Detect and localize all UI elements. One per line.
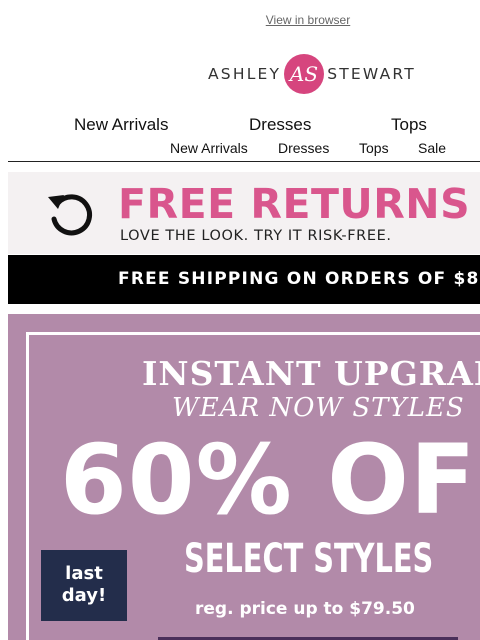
- promo-discount: 60% OFF: [60, 424, 480, 536]
- primary-nav: New Arrivals Dresses Tops: [0, 115, 480, 135]
- logo-word-left: ASHLEY: [208, 65, 282, 83]
- free-returns-banner[interactable]: FREE RETURNS LOVE THE LOOK. TRY IT RISK-…: [8, 172, 480, 254]
- promo-subhead: WEAR NOW STYLES: [172, 393, 465, 423]
- free-shipping-banner[interactable]: FREE SHIPPING ON ORDERS OF $89: [8, 255, 480, 304]
- last-day-badge: last day!: [41, 550, 127, 621]
- secondary-nav-tops[interactable]: Tops: [359, 140, 389, 156]
- secondary-nav-dresses[interactable]: Dresses: [278, 140, 329, 156]
- promo-price-note: reg. price up to $79.50: [195, 599, 415, 619]
- promo-banner[interactable]: INSTANT UPGRADE WEAR NOW STYLES 60% OFF …: [8, 314, 480, 640]
- brand-logo[interactable]: ASHLEY AS STEWART: [208, 52, 416, 96]
- view-in-browser-link[interactable]: View in browser: [0, 13, 480, 27]
- returns-title: FREE RETURNS: [118, 180, 471, 228]
- promo-headline: INSTANT UPGRADE: [142, 354, 480, 393]
- return-arrow-icon: [48, 194, 92, 236]
- secondary-nav-sale[interactable]: Sale: [418, 140, 446, 156]
- promo-select-styles: SELECT STYLES: [184, 536, 434, 582]
- logo-word-right: STEWART: [327, 65, 416, 83]
- returns-subtitle: LOVE THE LOOK. TRY IT RISK-FREE.: [120, 228, 392, 244]
- primary-nav-dresses[interactable]: Dresses: [249, 115, 311, 135]
- secondary-nav-new-arrivals[interactable]: New Arrivals: [170, 140, 248, 156]
- shipping-text: FREE SHIPPING ON ORDERS OF $89: [118, 269, 480, 289]
- last-day-line2: day!: [61, 585, 107, 606]
- primary-nav-new-arrivals[interactable]: New Arrivals: [74, 115, 168, 135]
- secondary-nav: New Arrivals Dresses Tops Sale: [0, 140, 480, 156]
- nav-divider: [8, 161, 480, 162]
- logo-monogram-text: AS: [288, 62, 318, 86]
- logo-monogram-icon: AS: [284, 54, 325, 94]
- last-day-line1: last: [65, 563, 103, 584]
- primary-nav-tops[interactable]: Tops: [391, 115, 427, 135]
